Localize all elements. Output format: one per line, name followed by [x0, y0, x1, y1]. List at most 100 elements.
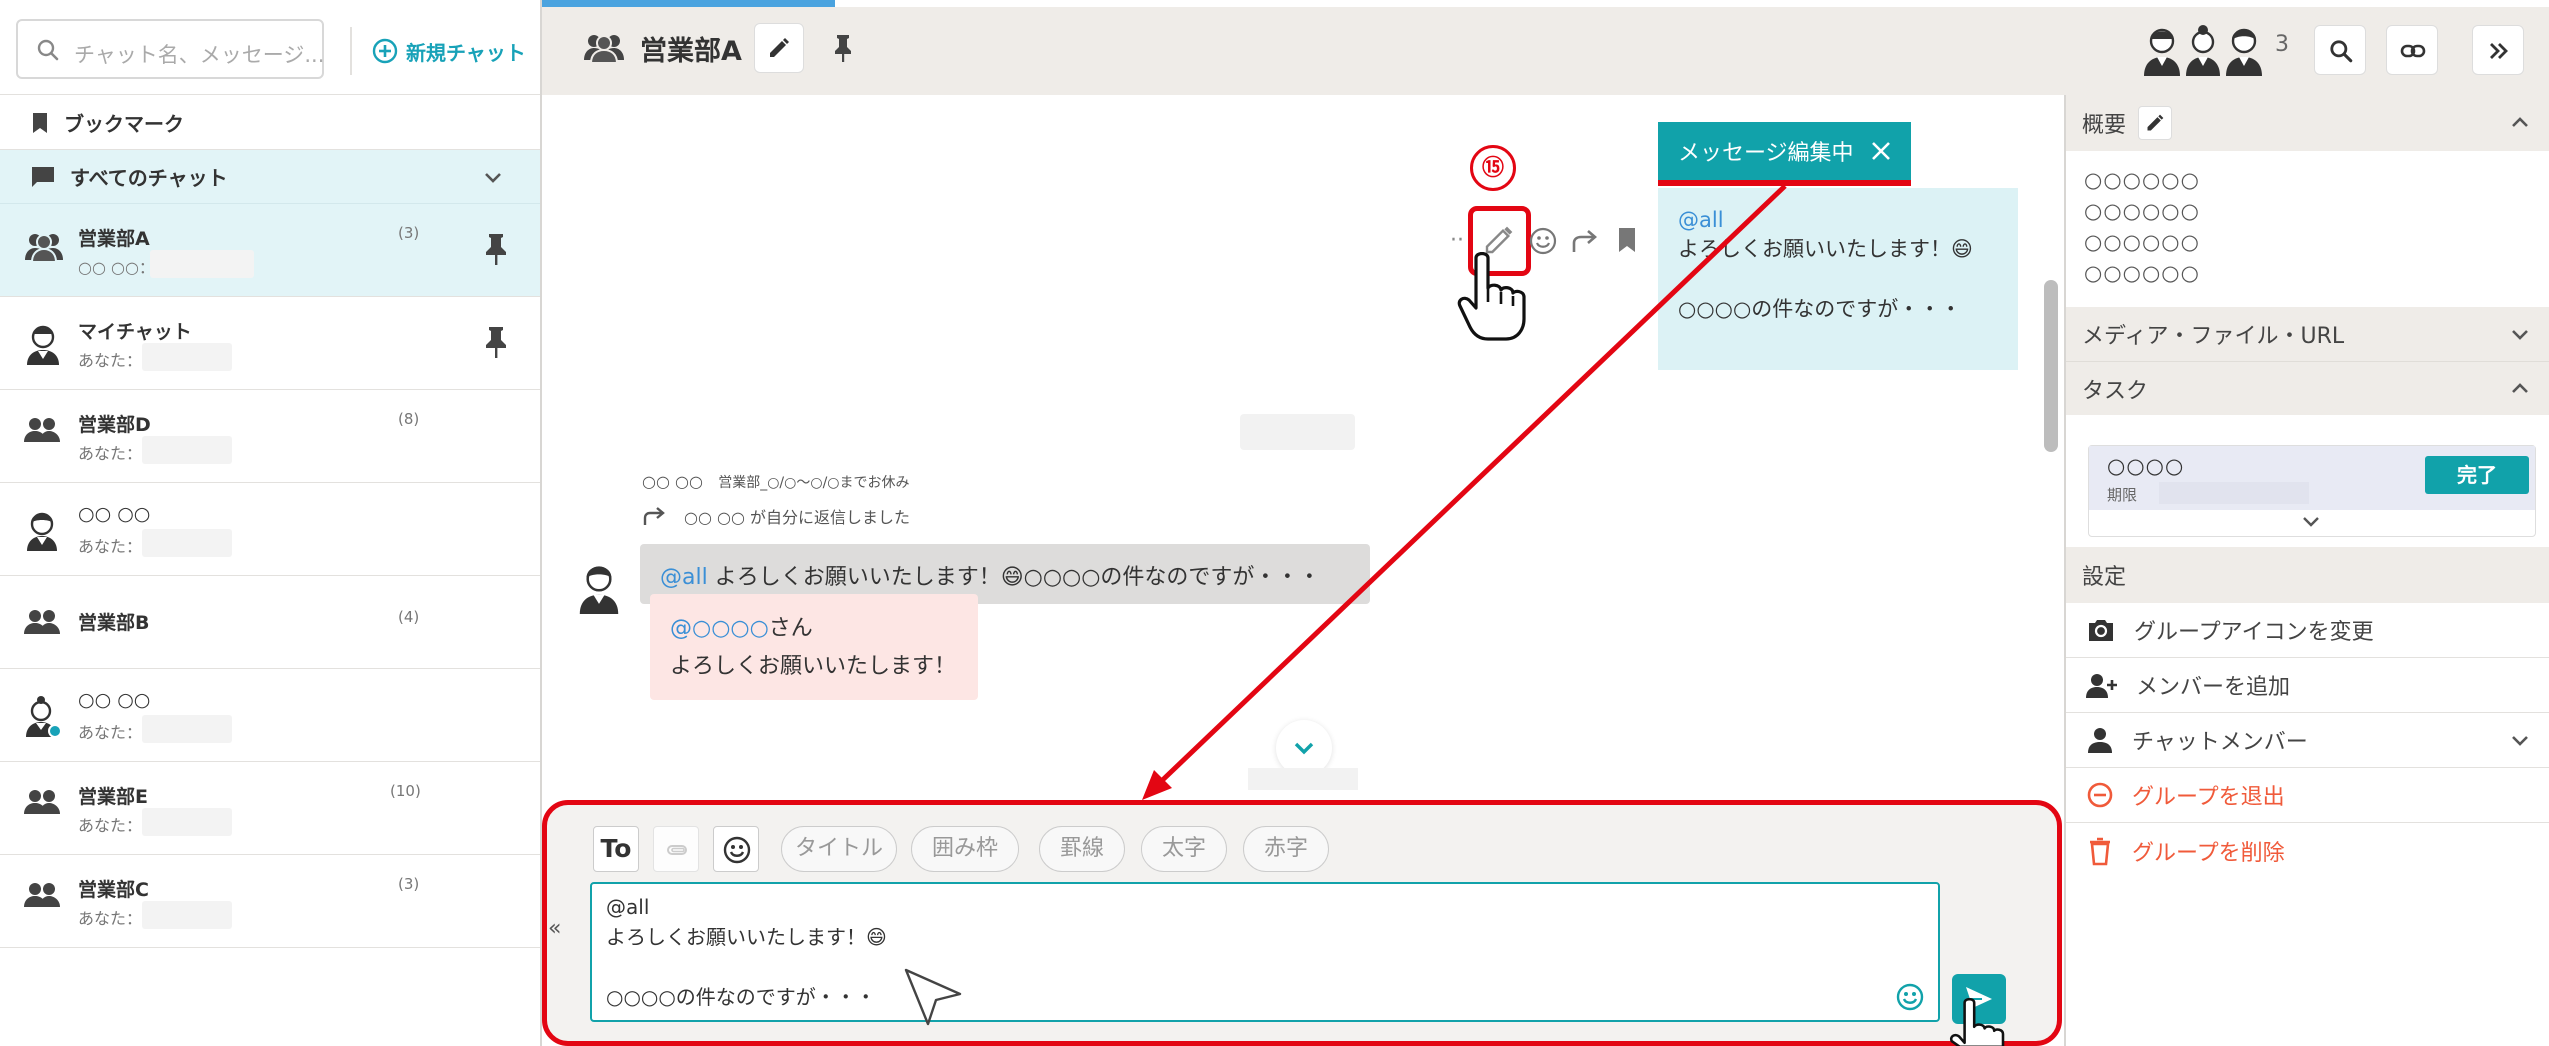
redacted-text — [142, 343, 232, 371]
chat-list-item[interactable]: 営業部A ○○ ○○： (3) — [0, 204, 540, 297]
own-message-bubble[interactable]: @all よろしくお願いいたします！😄 ○○○○の件なのですが・・・ — [1658, 188, 2018, 370]
chat-list-item[interactable]: 営業部C あなた： (3) — [0, 855, 540, 948]
group-icon — [24, 418, 60, 442]
collapse-toolbar-button[interactable]: « — [548, 916, 561, 941]
red-format-button[interactable]: 赤字 — [1243, 826, 1329, 872]
mention-suffix: さん — [768, 616, 813, 641]
unread-count: (3) — [398, 875, 420, 893]
sender-status: 営業部_○/○～○/○までお休み — [718, 475, 910, 491]
pin-icon[interactable] — [484, 325, 508, 359]
add-member-button[interactable]: メンバーを追加 — [2066, 658, 2549, 713]
input-line — [606, 952, 1924, 982]
sidebar-toolbar: チャット名、メッセージ... 新規チャット — [0, 7, 540, 95]
message-input[interactable]: @all よろしくお願いいたします！😄 ○○○○の件なのですが・・・ — [590, 882, 1940, 1022]
delete-group-label: グループを削除 — [2132, 840, 2285, 866]
message-line: ○○○○の件なのですが・・・ — [1678, 297, 1962, 321]
chat-preview: ○○ ○○： — [78, 258, 155, 277]
member-avatars[interactable] — [2142, 24, 2265, 76]
search-input[interactable]: チャット名、メッセージ... — [16, 19, 324, 79]
attach-button[interactable] — [653, 826, 699, 872]
more-actions-icon[interactable]: ·· — [1450, 228, 1464, 253]
camera-icon — [2089, 620, 2113, 641]
tasks-header[interactable]: タスク — [2066, 361, 2549, 415]
reply-arrow-icon — [643, 507, 665, 525]
chat-members-button[interactable]: チャットメンバー — [2066, 713, 2549, 768]
leave-group-button[interactable]: グループを退出 — [2066, 768, 2549, 823]
tasks-label: タスク — [2082, 378, 2149, 404]
status-message: ○○ ○○ 営業部_○/○～○/○までお休み — [642, 472, 910, 492]
info-panel: 概要 ○○○○○○ ○○○○○○ ○○○○○○ ○○○○○○ メディア・ファイル… — [2064, 95, 2549, 1046]
bookmark-icon[interactable] — [1616, 226, 1638, 254]
pin-icon[interactable] — [832, 33, 854, 63]
chat-name: 営業部A — [78, 228, 150, 250]
chevron-down-icon[interactable] — [2301, 514, 2321, 530]
new-chat-button[interactable]: 新規チャット — [372, 31, 526, 71]
change-icon-label: グループアイコンを変更 — [2134, 620, 2374, 645]
chat-list-item[interactable]: ○○ ○○ あなた： — [0, 669, 540, 762]
input-line: @all — [606, 895, 650, 919]
close-icon[interactable] — [1870, 140, 1892, 162]
input-line: ○○○○の件なのですが・・・ — [606, 985, 876, 1009]
bold-format-button[interactable]: 太字 — [1141, 826, 1227, 872]
delete-group-button[interactable]: グループを削除 — [2066, 823, 2549, 878]
overview-label: 概要 — [2082, 113, 2127, 138]
redacted-text — [142, 901, 232, 929]
scrollbar[interactable] — [2044, 280, 2058, 452]
overview-line: ○○○○○○ — [2084, 230, 2200, 254]
chat-list-item[interactable]: 営業部E あなた： (10) — [0, 762, 540, 855]
plus-circle-icon — [372, 38, 398, 64]
search-icon — [2330, 40, 2353, 63]
redacted-date — [2159, 482, 2309, 504]
copy-link-button[interactable] — [2386, 25, 2438, 75]
emoji-icon — [723, 836, 751, 864]
all-chats-label: すべてのチャット — [70, 166, 228, 190]
complete-task-button[interactable]: 完了 — [2425, 456, 2529, 494]
redacted-text — [142, 808, 232, 836]
reply-arrow-icon[interactable] — [1570, 226, 1600, 256]
chat-preview: あなた： — [78, 444, 143, 463]
all-chats-section[interactable]: すべてのチャット — [0, 150, 540, 204]
bookmark-section[interactable]: ブックマーク — [0, 96, 540, 150]
media-files-header[interactable]: メディア・ファイル・URL — [2066, 307, 2549, 361]
reply-message-bubble[interactable]: @○○○○さん よろしくお願いいたします！ — [650, 594, 978, 700]
person-icon — [27, 325, 59, 365]
chat-bubble-icon — [32, 166, 54, 187]
chat-name: 営業部C — [78, 879, 149, 901]
chat-list-item[interactable]: ○○ ○○ あなた： — [0, 483, 540, 576]
pencil-icon — [2147, 114, 2164, 131]
task-card[interactable]: ○○○○ 期限 完了 — [2088, 445, 2536, 537]
edit-title-button[interactable] — [754, 23, 804, 73]
chat-header: 営業部A 3 — [542, 7, 2549, 95]
chat-name: ○○ ○○ — [78, 503, 151, 525]
overview-line: ○○○○○○ — [2084, 261, 2200, 285]
chat-list-item[interactable]: 営業部D あなた： (8) — [0, 390, 540, 483]
redacted-date — [1240, 414, 1355, 450]
toggle-panel-button[interactable] — [2472, 25, 2524, 75]
task-due-label: 期限 — [2107, 486, 2138, 504]
to-button[interactable]: To — [593, 826, 639, 872]
rule-format-button[interactable]: 罫線 — [1039, 826, 1125, 872]
chat-name: 営業部E — [78, 786, 148, 808]
overview-header[interactable]: 概要 — [2066, 95, 2549, 151]
title-format-button[interactable]: タイトル — [781, 826, 897, 872]
message-text: よろしくお願いいたします！ — [670, 654, 957, 679]
chevron-up-icon — [2512, 117, 2528, 127]
leave-group-label: グループを退出 — [2132, 785, 2285, 810]
search-button[interactable] — [2314, 25, 2366, 75]
edit-overview-button[interactable] — [2138, 106, 2173, 140]
mention: @all — [1678, 208, 1724, 232]
chat-preview: あなた： — [78, 816, 143, 835]
change-icon-button[interactable]: グループアイコンを変更 — [2066, 603, 2549, 658]
message-line: よろしくお願いいたします！😄 — [1678, 237, 1973, 261]
chevron-down-icon — [1294, 742, 1314, 755]
emoji-button[interactable] — [713, 826, 759, 872]
frame-format-button[interactable]: 囲み枠 — [911, 826, 1019, 872]
settings-header: 設定 — [2066, 547, 2549, 603]
redacted-text — [142, 715, 232, 743]
pin-icon[interactable] — [484, 232, 508, 266]
emoji-icon[interactable] — [1895, 982, 1925, 1012]
chat-list-item[interactable]: マイチャット あなた： — [0, 297, 540, 390]
person-icon — [2088, 728, 2112, 753]
chat-list-item[interactable]: 営業部B (4) — [0, 576, 540, 669]
unread-count: (8) — [398, 410, 420, 428]
